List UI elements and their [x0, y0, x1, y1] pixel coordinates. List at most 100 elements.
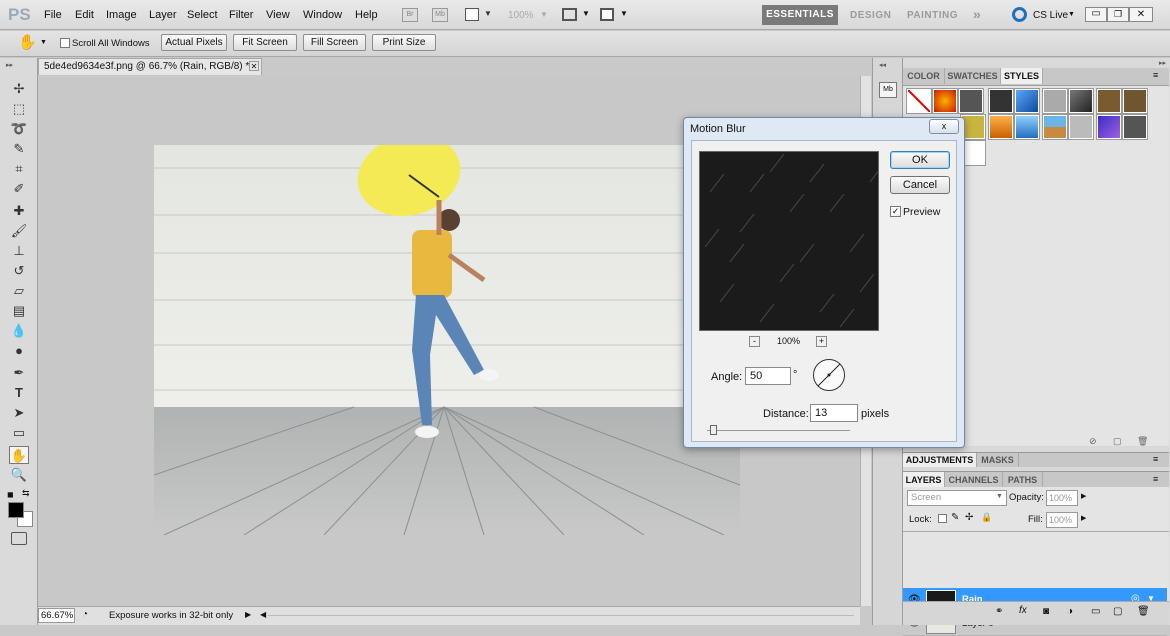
style-swatch[interactable]: [1096, 88, 1122, 114]
style-swatch[interactable]: [1042, 114, 1068, 140]
style-swatch[interactable]: [932, 88, 958, 114]
fill-slider-icon[interactable]: ▶: [1081, 514, 1086, 522]
style-swatch[interactable]: [988, 88, 1014, 114]
menu-window[interactable]: Window: [303, 9, 342, 21]
angle-field[interactable]: 50: [745, 367, 791, 385]
preview-pane[interactable]: [699, 151, 879, 331]
style-swatch[interactable]: [1014, 88, 1040, 114]
chevron-down-icon[interactable]: ▼: [40, 39, 47, 46]
zoom-out-button[interactable]: -: [749, 336, 760, 347]
lasso-tool-icon[interactable]: ➰: [9, 120, 29, 138]
menu-layer[interactable]: Layer: [149, 9, 177, 21]
menu-image[interactable]: Image: [106, 9, 137, 21]
new-style-icon[interactable]: ▢: [1113, 436, 1122, 447]
chevron-down-icon[interactable]: ▼: [996, 493, 1003, 500]
chevron-down-icon[interactable]: ▼: [1068, 11, 1075, 18]
workspace-essentials[interactable]: ESSENTIALS: [762, 5, 838, 25]
distance-slider-handle[interactable]: [710, 425, 717, 435]
arrange-documents-icon[interactable]: [562, 8, 577, 21]
document-tab[interactable]: 5de4ed9634e3f.png @ 66.7% (Rain, RGB/8) …: [38, 58, 262, 75]
layer-style-icon[interactable]: fx: [1019, 605, 1027, 616]
style-swatch[interactable]: [1096, 114, 1122, 140]
chevron-down-icon[interactable]: ▼: [582, 9, 590, 18]
menu-help[interactable]: Help: [355, 9, 378, 21]
swap-colors-icon[interactable]: ⇆: [22, 488, 30, 499]
style-swatch[interactable]: [1014, 114, 1040, 140]
panel-menu-icon[interactable]: ≡: [1153, 474, 1158, 484]
actual-pixels-button[interactable]: Actual Pixels: [161, 34, 227, 51]
clone-stamp-tool-icon[interactable]: ⊥: [9, 242, 29, 260]
quick-mask-icon[interactable]: [11, 532, 27, 545]
panel-menu-icon[interactable]: ≡: [1153, 70, 1158, 80]
screen-mode-icon[interactable]: [600, 8, 614, 21]
tab-swatches[interactable]: SWATCHES: [945, 68, 1001, 84]
view-extras-icon[interactable]: [465, 8, 479, 21]
tab-layers[interactable]: LAYERS: [903, 472, 945, 488]
status-menu-icon[interactable]: ▶: [245, 610, 251, 619]
new-layer-icon[interactable]: ▢: [1113, 606, 1122, 617]
clear-style-icon[interactable]: ⊘: [1089, 436, 1097, 447]
restore-icon[interactable]: ❐: [1107, 7, 1129, 22]
tab-channels[interactable]: CHANNELS: [945, 472, 1003, 488]
lock-all-icon[interactable]: 🔒: [981, 512, 992, 523]
blur-tool-icon[interactable]: 💧: [9, 322, 29, 340]
menu-file[interactable]: File: [44, 9, 62, 21]
collapse-icon[interactable]: ▸▸: [1159, 59, 1166, 67]
style-swatch[interactable]: [988, 114, 1014, 140]
status-info-icon[interactable]: ◔: [82, 609, 88, 620]
gradient-tool-icon[interactable]: ▤: [9, 302, 29, 320]
cancel-button[interactable]: Cancel: [890, 176, 950, 194]
tab-color[interactable]: COLOR: [903, 68, 945, 84]
fill-screen-button[interactable]: Fill Screen: [303, 34, 366, 51]
zoom-in-button[interactable]: +: [816, 336, 827, 347]
zoom-level[interactable]: 100%: [508, 10, 534, 21]
mini-bridge-icon[interactable]: Mb: [432, 8, 448, 22]
fit-screen-button[interactable]: Fit Screen: [233, 34, 297, 51]
link-layers-icon[interactable]: ⚭: [995, 606, 1003, 617]
move-tool-icon[interactable]: ✢: [9, 80, 29, 98]
hand-tool-icon[interactable]: ✋: [9, 446, 29, 464]
eyedropper-tool-icon[interactable]: ✐: [9, 180, 29, 198]
workspace-design[interactable]: DESIGN: [850, 10, 891, 21]
delete-style-icon[interactable]: 🗑: [1137, 436, 1148, 447]
tab-masks[interactable]: MASKS: [977, 453, 1019, 467]
dialog-close-button[interactable]: x: [929, 119, 959, 134]
lock-transparent-icon[interactable]: [938, 514, 947, 523]
new-group-icon[interactable]: ▭: [1091, 606, 1100, 617]
style-swatch[interactable]: [1068, 88, 1094, 114]
bridge-icon[interactable]: Br: [402, 8, 418, 22]
print-size-button[interactable]: Print Size: [372, 34, 436, 51]
add-mask-icon[interactable]: ◙: [1043, 606, 1049, 617]
zoom-tool-icon[interactable]: 🔍: [9, 466, 29, 484]
horizontal-scrollbar[interactable]: [268, 615, 854, 616]
style-none-swatch[interactable]: [906, 88, 932, 114]
pen-tool-icon[interactable]: ✒: [9, 364, 29, 382]
quick-select-tool-icon[interactable]: ✎: [9, 140, 29, 158]
adjustment-layer-icon[interactable]: ◑: [1067, 606, 1073, 617]
panel-menu-icon[interactable]: ≡: [1153, 454, 1158, 464]
angle-dial[interactable]: [813, 359, 845, 391]
more-workspaces-icon[interactable]: »: [973, 6, 981, 22]
menu-select[interactable]: Select: [187, 9, 218, 21]
workspace-painting[interactable]: PAINTING: [907, 10, 958, 21]
blend-mode-select[interactable]: Screen: [907, 490, 1007, 506]
scroll-all-checkbox[interactable]: [60, 38, 70, 48]
foreground-color-swatch[interactable]: [8, 502, 24, 518]
brush-tool-icon[interactable]: 🖌: [9, 222, 29, 240]
menu-edit[interactable]: Edit: [75, 9, 94, 21]
chevron-down-icon[interactable]: ▼: [484, 9, 492, 18]
marquee-tool-icon[interactable]: ⬚: [9, 100, 29, 118]
delete-layer-icon[interactable]: 🗑: [1137, 606, 1150, 617]
cs-live-menu[interactable]: CS Live: [1033, 10, 1068, 21]
tab-styles[interactable]: STYLES: [1001, 68, 1043, 84]
close-icon[interactable]: ✕: [1129, 7, 1153, 22]
type-tool-icon[interactable]: T: [9, 384, 29, 402]
hand-tool-icon[interactable]: ✋: [18, 33, 37, 51]
opacity-slider-icon[interactable]: ▶: [1081, 492, 1086, 500]
ok-button[interactable]: OK: [890, 151, 950, 169]
tab-paths[interactable]: PATHS: [1003, 472, 1043, 488]
fill-field[interactable]: 100%: [1046, 512, 1078, 528]
document-image[interactable]: [154, 145, 740, 535]
style-swatch[interactable]: [958, 88, 984, 114]
collapse-icon[interactable]: ◂◂: [879, 61, 886, 69]
